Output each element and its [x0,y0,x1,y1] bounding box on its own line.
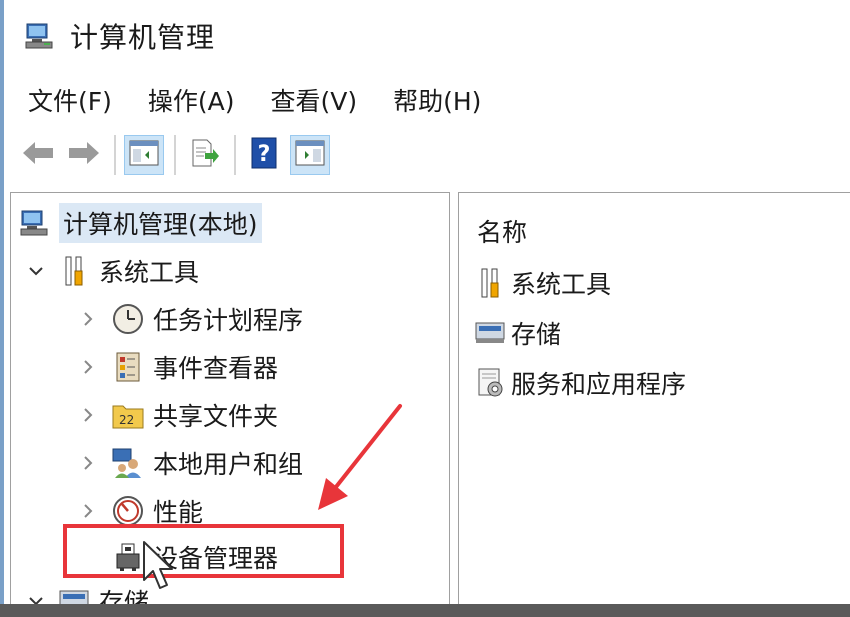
tree-item-label: 任务计划程序 [153,306,304,335]
show-hide-tree-icon [129,140,159,170]
tree-item-label: 事件查看器 [153,354,279,383]
export-list-icon [189,138,219,172]
svg-text:22: 22 [119,413,134,427]
window-title: 计算机管理 [70,21,216,54]
tree-item-system-tools[interactable]: 系统工具 [25,249,199,293]
column-header-name[interactable]: 名称 [477,213,527,249]
annotation-highlight-box [63,524,344,578]
title-bar: 计算机管理 [4,0,850,72]
mouse-cursor-icon [143,541,173,589]
details-pane[interactable]: 名称 系统工具 存储 服务和应用程序 [458,192,850,612]
chevron-right-icon[interactable] [77,404,99,426]
list-item-storage[interactable]: 存储 [473,313,561,353]
tree-item-task-scheduler[interactable]: 任务计划程序 [77,297,303,341]
chevron-right-icon[interactable] [77,356,99,378]
clock-icon [111,302,145,336]
list-item-label: 存储 [511,320,562,349]
tools-icon [473,266,507,300]
tree-item-label: 计算机管理(本地) [59,203,262,243]
tree-item-local-users-groups[interactable]: 本地用户和组 [77,441,303,485]
toolbar-separator [234,135,236,175]
back-arrow-icon [21,139,55,171]
show-hide-tree-button[interactable] [124,135,164,175]
performance-gauge-icon [111,494,145,528]
forward-arrow-icon [67,139,101,171]
shared-folder-icon: 22 [111,398,145,432]
annotation-arrow-icon [318,404,402,510]
chevron-right-icon[interactable] [77,500,99,522]
users-icon [111,446,145,480]
list-item-label: 服务和应用程序 [511,370,687,399]
back-button[interactable] [18,135,58,175]
toolbar-separator [114,135,116,175]
computer-management-icon [17,206,51,240]
menu-action[interactable]: 操作(A) [148,82,235,118]
forward-button[interactable] [64,135,104,175]
svg-text:?: ? [258,142,271,167]
tree-item-label: 本地用户和组 [153,450,304,479]
chevron-right-icon[interactable] [77,308,99,330]
tree-item-label: 系统工具 [99,258,200,287]
menu-bar: 文件(F) 操作(A) 查看(V) 帮助(H) [4,78,517,122]
tools-icon [57,254,91,288]
show-hide-action-pane-icon [295,140,325,170]
menu-view[interactable]: 查看(V) [271,82,358,118]
help-button[interactable]: ? [244,135,284,175]
tree-item-computer-management[interactable]: 计算机管理(本地) [17,201,262,245]
tree-item-label: 共享文件夹 [153,402,279,431]
menu-file[interactable]: 文件(F) [28,82,112,118]
list-item-label: 系统工具 [511,270,612,299]
chevron-right-icon[interactable] [77,452,99,474]
event-viewer-icon [111,350,145,384]
storage-icon [473,316,507,350]
list-item-system-tools[interactable]: 系统工具 [473,263,611,303]
show-hide-action-pane-button[interactable] [290,135,330,175]
list-item-services-apps[interactable]: 服务和应用程序 [473,363,686,403]
chevron-down-icon[interactable] [25,260,47,282]
toolbar-separator [174,135,176,175]
tree-item-shared-folders[interactable]: 22 共享文件夹 [77,393,278,437]
menu-help[interactable]: 帮助(H) [393,82,481,118]
help-icon: ? [249,137,279,173]
taskbar-edge [0,604,850,617]
computer-management-icon [22,19,56,53]
services-icon [473,366,507,400]
toolbar: ? [4,128,850,182]
export-list-button[interactable] [184,135,224,175]
tree-item-event-viewer[interactable]: 事件查看器 [77,345,278,389]
